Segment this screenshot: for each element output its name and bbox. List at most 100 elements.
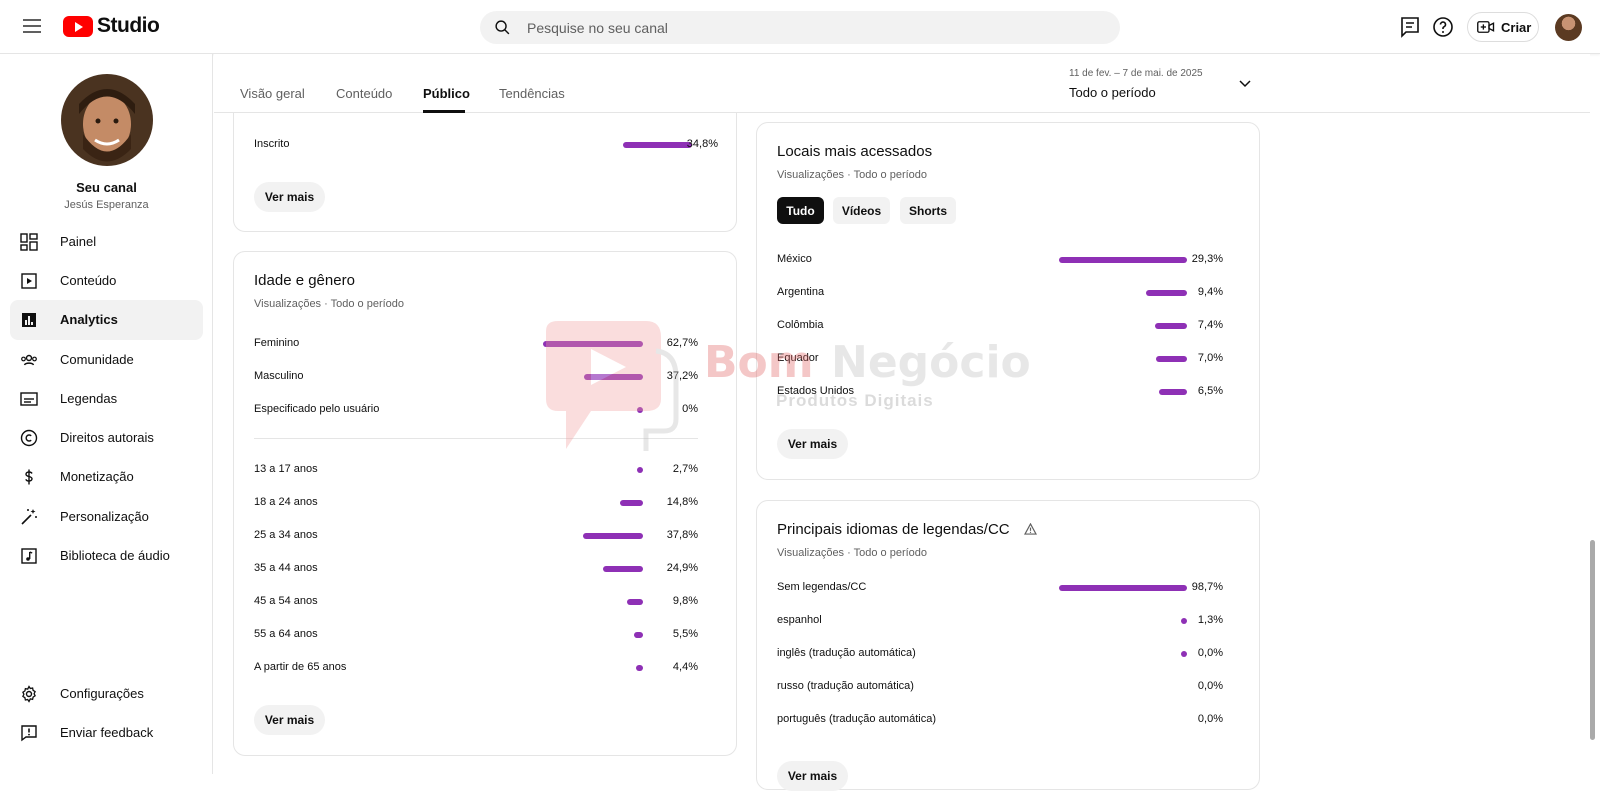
channel-handle: Jesús Esperanza bbox=[64, 199, 149, 211]
sidebar-item-analytics[interactable]: Analytics bbox=[10, 300, 203, 340]
search-placeholder: Pesquise no seu canal bbox=[527, 20, 668, 36]
sidebar-item-label: Biblioteca de áudio bbox=[60, 548, 170, 563]
card-title: Idade e gênero bbox=[254, 272, 355, 289]
see-more-button[interactable]: Ver mais bbox=[254, 182, 325, 212]
date-range-selector[interactable]: 11 de fev. – 7 de mai. de 2025 Todo o pe… bbox=[1069, 68, 1203, 100]
sidebar-item-label: Analytics bbox=[60, 312, 118, 327]
sidebar-item-label: Enviar feedback bbox=[60, 725, 154, 740]
sidebar-item-personalizacao[interactable]: Personalização bbox=[10, 497, 203, 537]
channel-avatar[interactable] bbox=[61, 74, 153, 166]
row-value: 6,5% bbox=[1197, 385, 1223, 397]
row-label: Inscrito bbox=[254, 138, 290, 150]
audio-library-icon bbox=[21, 548, 37, 564]
row-label: 35 a 44 anos bbox=[254, 562, 318, 574]
row-label: Especificado pelo usuário bbox=[254, 403, 380, 415]
chip-tudo[interactable]: Tudo bbox=[777, 197, 824, 224]
scrollbar[interactable] bbox=[1590, 540, 1595, 740]
analytics-icon bbox=[22, 313, 36, 327]
data-row: 13 a 17 anos 2,7% bbox=[254, 463, 698, 479]
sidebar-item-direitos-autorais[interactable]: Direitos autorais bbox=[10, 418, 203, 458]
sidebar-item-label: Painel bbox=[60, 234, 97, 249]
row-value: 37,2% bbox=[666, 370, 698, 382]
row-value: 0,0% bbox=[1197, 647, 1223, 659]
row-value: 7,0% bbox=[1197, 352, 1223, 364]
feedback-icon bbox=[21, 725, 37, 742]
create-button[interactable]: Criar bbox=[1467, 12, 1539, 42]
sidebar-item-conteudo[interactable]: Conteúdo bbox=[10, 261, 203, 301]
row-label: português (tradução automática) bbox=[777, 713, 936, 725]
channel-name[interactable]: Seu canal bbox=[0, 180, 213, 195]
monetization-icon bbox=[25, 469, 33, 485]
row-value: 5,5% bbox=[672, 628, 698, 640]
search-input[interactable]: Pesquise no seu canal bbox=[480, 11, 1120, 44]
copyright-icon bbox=[20, 429, 38, 447]
data-row: Argentina 9,4% bbox=[777, 286, 1223, 302]
card-title: Locais mais acessados bbox=[777, 143, 933, 160]
top-locations-card: Locais mais acessados Visualizações · To… bbox=[756, 122, 1260, 480]
row-value: 14,8% bbox=[666, 496, 698, 508]
tab-publico[interactable]: Público bbox=[423, 86, 470, 101]
see-more-button[interactable]: Ver mais bbox=[254, 705, 325, 735]
data-row: inglês (tradução automática) 0,0% bbox=[777, 647, 1223, 663]
sidebar-item-comunidade[interactable]: Comunidade bbox=[10, 340, 203, 380]
row-value: 24,9% bbox=[666, 562, 698, 574]
account-avatar[interactable] bbox=[1555, 14, 1582, 41]
chip-shorts[interactable]: Shorts bbox=[900, 197, 956, 224]
row-bar bbox=[1059, 585, 1187, 591]
row-value: 62,7% bbox=[666, 337, 698, 349]
feedback-message-icon[interactable] bbox=[1398, 15, 1422, 39]
row-value: 2,7% bbox=[672, 463, 698, 475]
tab-tendencias[interactable]: Tendências bbox=[499, 86, 565, 101]
data-row: Especificado pelo usuário 0% bbox=[254, 403, 698, 419]
data-row: Sem legendas/CC 98,7% bbox=[777, 581, 1223, 597]
data-row: 25 a 34 anos 37,8% bbox=[254, 529, 698, 545]
row-label: 55 a 64 anos bbox=[254, 628, 318, 640]
row-label: A partir de 65 anos bbox=[254, 661, 347, 673]
row-label: 45 a 54 anos bbox=[254, 595, 318, 607]
sidebar-item-monetizacao[interactable]: Monetização bbox=[10, 457, 203, 497]
age-gender-card: Idade e gênero Visualizações · Todo o pe… bbox=[233, 251, 737, 756]
studio-logo[interactable]: Studio bbox=[63, 14, 160, 38]
row-label: 13 a 17 anos bbox=[254, 463, 318, 475]
row-value: 34,8% bbox=[686, 138, 718, 150]
analytics-tabs: Visão geral Conteúdo Público Tendências … bbox=[214, 54, 1590, 113]
tab-visao-geral[interactable]: Visão geral bbox=[240, 86, 305, 101]
sidebar-item-configuracoes[interactable]: Configurações bbox=[10, 674, 203, 714]
sidebar-item-enviar-feedback[interactable]: Enviar feedback bbox=[10, 713, 203, 753]
row-label: espanhol bbox=[777, 614, 822, 626]
subtitles-icon bbox=[20, 392, 38, 406]
row-bar bbox=[619, 500, 643, 506]
sidebar-item-label: Comunidade bbox=[60, 352, 134, 367]
tab-conteudo[interactable]: Conteúdo bbox=[336, 86, 392, 101]
menu-icon[interactable] bbox=[20, 16, 44, 36]
row-value: 9,8% bbox=[672, 595, 698, 607]
row-label: Estados Unidos bbox=[777, 385, 855, 397]
data-row: 18 a 24 anos 14,8% bbox=[254, 496, 698, 512]
row-value: 1,3% bbox=[1197, 614, 1223, 626]
row-bar bbox=[627, 599, 643, 605]
youtube-logo-icon bbox=[63, 15, 93, 37]
caption-languages-card: Principais idiomas de legendas/CC Visual… bbox=[756, 500, 1260, 791]
sidebar-item-label: Configurações bbox=[60, 686, 144, 701]
logo-text: Studio bbox=[97, 14, 160, 37]
create-label: Criar bbox=[1501, 19, 1532, 35]
sidebar-item-painel[interactable]: Painel bbox=[10, 222, 203, 262]
date-range-dates: 11 de fev. – 7 de mai. de 2025 bbox=[1069, 68, 1203, 79]
chip-videos[interactable]: Vídeos bbox=[833, 197, 890, 224]
help-icon[interactable] bbox=[1431, 15, 1455, 39]
card-subtitle: Visualizações · Todo o período bbox=[254, 298, 405, 310]
see-more-button[interactable]: Ver mais bbox=[777, 429, 848, 459]
settings-icon bbox=[22, 685, 36, 703]
sidebar-item-biblioteca-de-audio[interactable]: Biblioteca de áudio bbox=[10, 536, 203, 576]
see-more-button[interactable]: Ver mais bbox=[777, 761, 848, 791]
chevron-down-icon[interactable] bbox=[1238, 76, 1252, 90]
warning-icon[interactable] bbox=[1023, 522, 1037, 535]
card-subtitle: Visualizações · Todo o período bbox=[777, 547, 928, 559]
sidebar-item-legendas[interactable]: Legendas bbox=[10, 379, 203, 419]
row-label: Colômbia bbox=[777, 319, 824, 331]
sidebar-item-label: Conteúdo bbox=[60, 273, 117, 288]
row-label: inglês (tradução automática) bbox=[777, 647, 916, 659]
data-row: russo (tradução automática) 0,0% bbox=[777, 680, 1223, 696]
row-value: 4,4% bbox=[672, 661, 698, 673]
row-bar bbox=[583, 374, 643, 380]
